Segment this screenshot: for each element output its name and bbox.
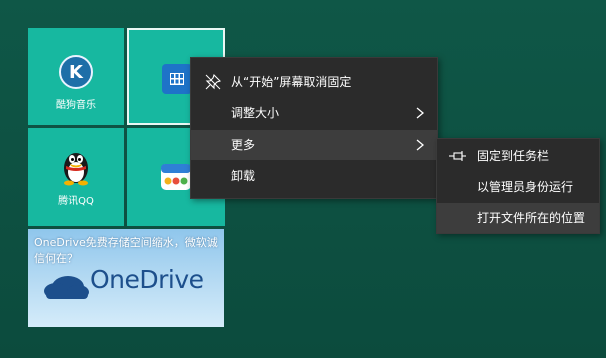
kugou-music-icon: K (59, 55, 93, 89)
tile-kugou-music[interactable]: K 酷狗音乐 (28, 28, 124, 125)
qq-penguin-icon (64, 153, 88, 186)
app-icon (161, 164, 191, 190)
context-menu: 从“开始”屏幕取消固定 调整大小 更多 卸载 (190, 57, 438, 199)
submenu-item-label: 打开文件所在的位置 (477, 211, 586, 225)
menu-item-label: 更多 (231, 138, 256, 152)
menu-item-label: 调整大小 (231, 106, 280, 120)
more-submenu: 固定到任务栏 以管理员身份运行 打开文件所在的位置 (436, 138, 600, 234)
tile-label: 腾讯QQ (58, 196, 94, 207)
news-headline: OneDrive免费存储空间缩水，微软诚信何在？ (34, 236, 218, 265)
onedrive-cloud-icon (44, 276, 89, 299)
submenu-item-run-as-admin[interactable]: 以管理员身份运行 (437, 172, 599, 202)
store-icon (162, 64, 192, 94)
menu-item-label: 从“开始”屏幕取消固定 (231, 75, 352, 89)
submenu-item-label: 以管理员身份运行 (477, 180, 574, 194)
chevron-right-icon (416, 139, 425, 151)
tile-onedrive-news[interactable]: OneDrive免费存储空间缩水，微软诚信何在？ OneDrive (28, 229, 224, 327)
submenu-item-open-file-location[interactable]: 打开文件所在的位置 (437, 203, 599, 233)
tile-label: 酷狗音乐 (56, 100, 96, 111)
menu-item-more[interactable]: 更多 (191, 130, 437, 160)
submenu-item-label: 固定到任务栏 (477, 149, 550, 163)
chevron-right-icon (416, 107, 425, 119)
menu-item-resize[interactable]: 调整大小 (191, 98, 437, 128)
menu-item-unpin[interactable]: 从“开始”屏幕取消固定 (191, 67, 437, 97)
submenu-item-pin-taskbar[interactable]: 固定到任务栏 (437, 141, 599, 171)
onedrive-logo-text: OneDrive (90, 265, 204, 294)
tile-qq[interactable]: 腾讯QQ (28, 128, 124, 226)
menu-item-uninstall[interactable]: 卸载 (191, 161, 437, 191)
menu-item-label: 卸载 (231, 169, 256, 183)
unpin-icon (205, 74, 221, 90)
pin-to-taskbar-icon (449, 151, 466, 161)
